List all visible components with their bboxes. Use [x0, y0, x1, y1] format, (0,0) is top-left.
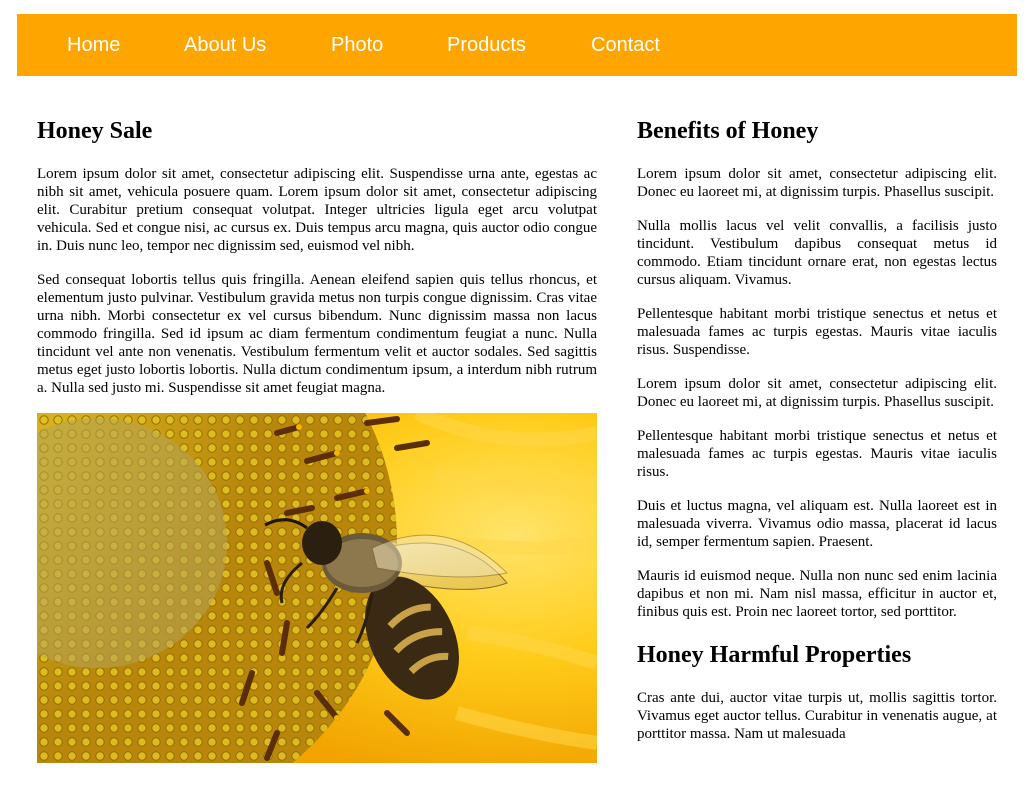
top-navbar: Home About Us Photo Products Contact — [17, 14, 1017, 76]
honey-sale-section: Honey Sale Lorem ipsum dolor sit amet, c… — [37, 98, 597, 763]
benefits-paragraph-2: Nulla mollis lacus vel velit convallis, … — [637, 218, 997, 288]
harmful-properties-heading: Honey Harmful Properties — [637, 642, 912, 668]
harmful-properties-paragraph-1: Cras ante dui, auctor vitae turpis ut, m… — [637, 690, 997, 742]
benefits-paragraph-5: Pellentesque habitant morbi tristique se… — [637, 428, 997, 480]
honey-sale-paragraph-1: Lorem ipsum dolor sit amet, consectetur … — [37, 166, 597, 254]
benefits-paragraph-4: Lorem ipsum dolor sit amet, consectetur … — [637, 376, 997, 410]
nav-link-about-us[interactable]: About Us — [184, 33, 266, 57]
benefits-paragraph-1: Lorem ipsum dolor sit amet, consectetur … — [637, 166, 997, 200]
benefits-paragraph-6: Duis et luctus magna, vel aliquam est. N… — [637, 498, 997, 550]
honey-sale-paragraph-2: Sed consequat lobortis tellus quis fring… — [37, 272, 597, 396]
benefits-heading: Benefits of Honey — [637, 118, 819, 144]
nav-link-contact[interactable]: Contact — [591, 33, 660, 57]
nav-link-products[interactable]: Products — [447, 33, 526, 57]
nav-link-home[interactable]: Home — [67, 33, 120, 57]
honey-sale-heading: Honey Sale — [37, 118, 153, 144]
benefits-section: Benefits of Honey Lorem ipsum dolor sit … — [637, 98, 997, 759]
benefits-paragraph-7: Mauris id euismod neque. Nulla non nunc … — [637, 568, 997, 620]
nav-link-photo[interactable]: Photo — [331, 33, 383, 57]
bee-on-sunflower-image — [37, 413, 597, 763]
benefits-paragraph-3: Pellentesque habitant morbi tristique se… — [637, 306, 997, 358]
